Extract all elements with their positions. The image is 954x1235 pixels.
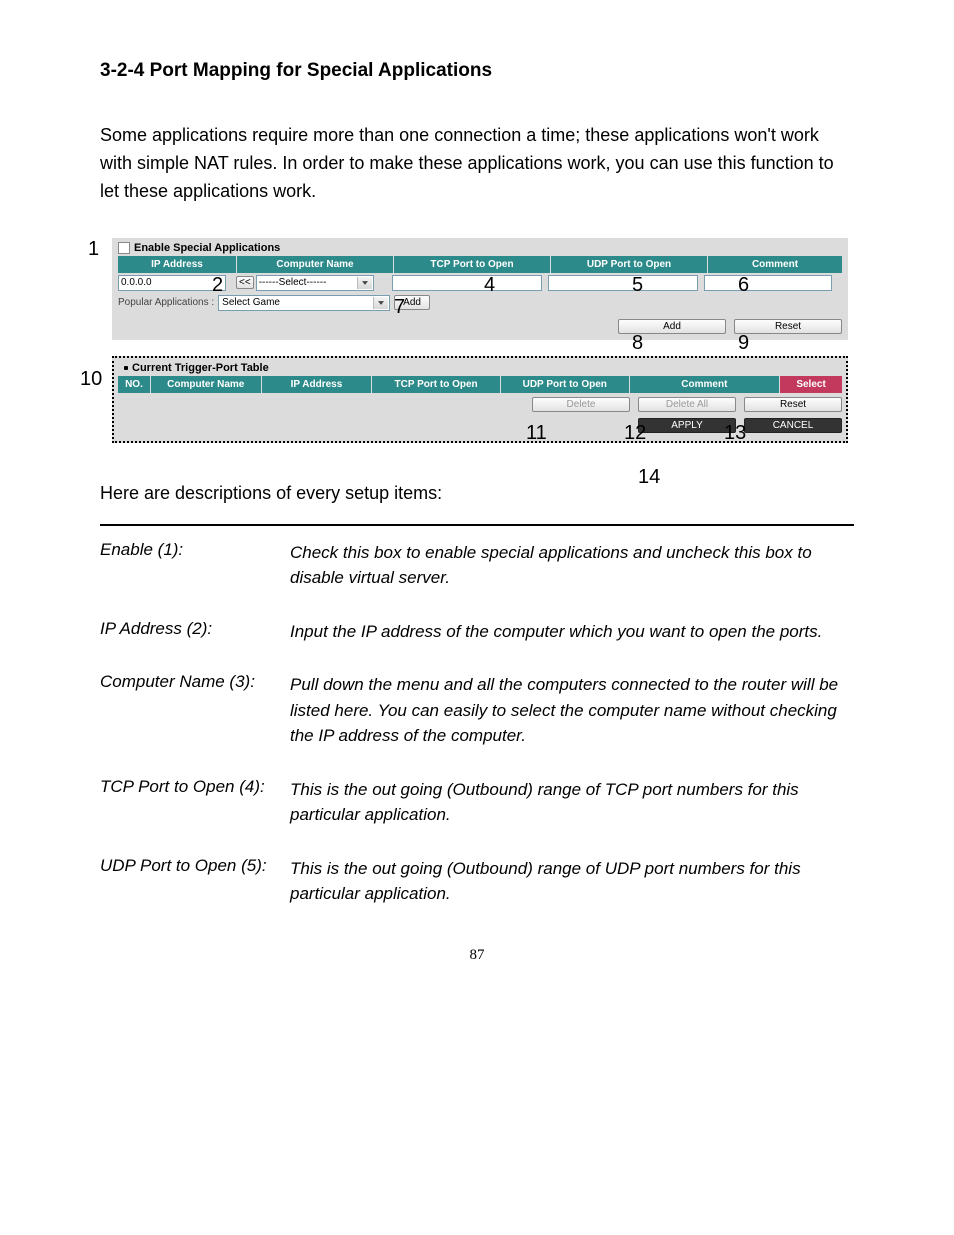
hdr-comment-2: Comment — [630, 376, 781, 393]
hdr-no: NO. — [118, 376, 151, 393]
desc-value: Pull down the menu and all the computers… — [290, 672, 854, 749]
descriptions-intro: Here are descriptions of every setup ite… — [100, 483, 854, 504]
hdr-udp-port: UDP Port to Open — [551, 256, 708, 273]
enable-label: Enable Special Applications — [134, 242, 280, 254]
annotation-13: 13 — [724, 422, 746, 445]
annotation-4: 4 — [484, 274, 495, 297]
desc-label: Computer Name (3): — [100, 672, 290, 749]
hdr-udp-port-2: UDP Port to Open — [501, 376, 630, 393]
hdr-select: Select — [780, 376, 842, 393]
hdr-tcp-port-2: TCP Port to Open — [372, 376, 501, 393]
hdr-computer-name-2: Computer Name — [151, 376, 262, 393]
popular-apps-select[interactable]: Select Game — [218, 295, 390, 311]
chevron-down-icon — [357, 277, 372, 289]
chevron-down-icon — [373, 297, 388, 309]
desc-label: Enable (1): — [100, 540, 290, 591]
desc-label: TCP Port to Open (4): — [100, 777, 290, 828]
input-fields-row: << ------Select------ — [118, 275, 842, 291]
popular-apps-select-text: Select Game — [219, 297, 280, 308]
enable-checkbox[interactable] — [118, 242, 130, 254]
desc-label: IP Address (2): — [100, 619, 290, 645]
hdr-ip-address: IP Address — [118, 256, 237, 273]
trigger-table-title: Current Trigger-Port Table — [118, 362, 842, 374]
input-header-row: IP Address Computer Name TCP Port to Ope… — [118, 256, 842, 273]
trigger-table-title-text: Current Trigger-Port Table — [132, 362, 269, 374]
desc-value: This is the out going (Outbound) range o… — [290, 856, 854, 907]
section-heading: 3-2-4 Port Mapping for Special Applicati… — [100, 60, 854, 82]
tcp-port-input[interactable] — [392, 275, 542, 291]
annotation-2: 2 — [212, 274, 223, 297]
desc-value: Input the IP address of the computer whi… — [290, 619, 854, 645]
hdr-comment: Comment — [708, 256, 842, 273]
annotation-14: 14 — [638, 466, 660, 489]
reset-button-2[interactable]: Reset — [744, 397, 842, 412]
intro-paragraph: Some applications require more than one … — [100, 122, 854, 206]
config-screenshot: 1 2 3 4 5 6 7 8 9 10 11 12 13 14 Enable … — [88, 238, 854, 443]
annotation-11: 11 — [526, 422, 547, 445]
computer-name-select-text: ------Select------ — [257, 277, 327, 288]
page-number: 87 — [100, 947, 854, 964]
trigger-header-row: NO. Computer Name IP Address TCP Port to… — [118, 376, 842, 393]
copy-name-button[interactable]: << — [236, 276, 254, 289]
annotation-6: 6 — [738, 274, 749, 297]
hdr-computer-name: Computer Name — [237, 256, 394, 273]
annotation-10: 10 — [80, 368, 102, 391]
annotation-9: 9 — [738, 332, 749, 355]
desc-value: This is the out going (Outbound) range o… — [290, 777, 854, 828]
annotation-7: 7 — [394, 296, 405, 319]
annotation-5: 5 — [632, 274, 643, 297]
popular-apps-label: Popular Applications : — [118, 297, 214, 308]
ip-address-input[interactable] — [118, 275, 226, 291]
hdr-ip-address-2: IP Address — [262, 376, 373, 393]
descriptions-table: Enable (1): Check this box to enable spe… — [100, 524, 854, 907]
desc-label: UDP Port to Open (5): — [100, 856, 290, 907]
delete-all-button[interactable]: Delete All — [638, 397, 736, 412]
apply-button[interactable]: APPLY — [638, 418, 736, 433]
cancel-button[interactable]: CANCEL — [744, 418, 842, 433]
annotation-1: 1 — [88, 238, 99, 261]
comment-input[interactable] — [704, 275, 832, 291]
desc-value: Check this box to enable special applica… — [290, 540, 854, 591]
reset-button[interactable]: Reset — [734, 319, 842, 334]
annotation-12: 12 — [624, 422, 646, 445]
computer-name-select[interactable]: ------Select------ — [256, 275, 374, 291]
udp-port-input[interactable] — [548, 275, 698, 291]
delete-button[interactable]: Delete — [532, 397, 630, 412]
annotation-8: 8 — [632, 332, 643, 355]
hdr-tcp-port: TCP Port to Open — [394, 256, 551, 273]
